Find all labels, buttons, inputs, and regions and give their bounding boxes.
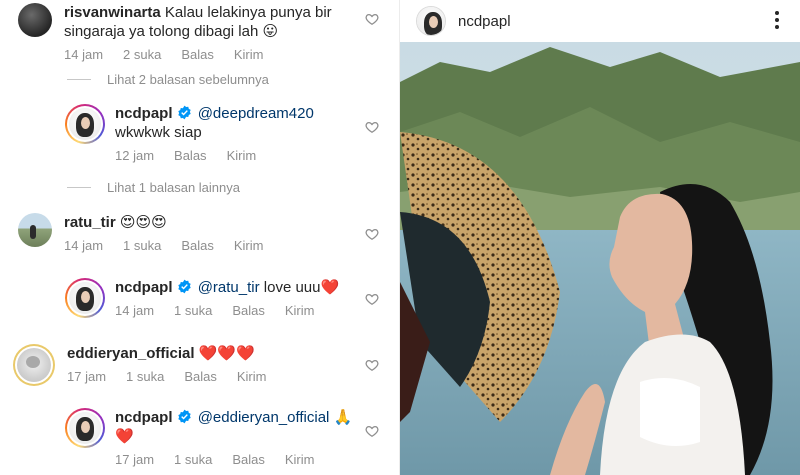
post-username[interactable]: ncdpapl [458, 13, 511, 30]
comment-time: 14 jam [64, 47, 104, 62]
avatar[interactable] [18, 3, 52, 37]
comment-text: ncdpapl @ratu_tir love uuu❤️ [115, 278, 340, 296]
verified-badge-icon [177, 409, 192, 424]
send-button[interactable]: Kirim [237, 369, 267, 384]
reply-ncdpapl-2: ncdpapl @ratu_tir love uuu❤️ 14 jam 1 su… [65, 278, 375, 318]
send-button[interactable]: Kirim [285, 452, 315, 467]
comment-time: 17 jam [67, 369, 107, 384]
instagram-post-view: risvanwinarta Kalau lelakinya punya bir … [0, 0, 800, 475]
comment-text: ncdpapl @deepdream420 wkwkwk siap [115, 105, 314, 141]
post-avatar[interactable] [416, 6, 446, 36]
reply-button[interactable]: Balas [184, 369, 217, 384]
heart-outline-icon[interactable] [365, 424, 379, 438]
comment-meta: 14 jam 1 suka Balas Kirim [64, 238, 344, 253]
comment-meta: 14 jam 1 suka Balas Kirim [115, 303, 375, 318]
heart-outline-icon[interactable] [365, 227, 379, 241]
comment-likes[interactable]: 1 suka [174, 303, 212, 318]
view-more-replies[interactable]: Lihat 1 balasan lainnya [67, 180, 240, 195]
comment-username[interactable]: ncdpapl [115, 409, 173, 426]
post-photo[interactable] [400, 42, 800, 475]
comment-likes[interactable]: 2 suka [123, 47, 161, 62]
comment-time: 12 jam [115, 148, 155, 163]
reply-ncdpapl-1: ncdpapl @deepdream420 wkwkwk siap 12 jam… [65, 104, 355, 163]
reply-button[interactable]: Balas [181, 238, 214, 253]
send-button[interactable]: Kirim [234, 47, 264, 62]
comment-username[interactable]: risvanwinarta [64, 4, 161, 21]
reply-button[interactable]: Balas [181, 47, 214, 62]
heart-outline-icon[interactable] [365, 120, 379, 134]
mention-link[interactable]: @eddieryan_official [198, 409, 330, 426]
comments-panel: risvanwinarta Kalau lelakinya punya bir … [0, 0, 400, 475]
avatar[interactable] [65, 104, 105, 144]
send-button[interactable]: Kirim [285, 303, 315, 318]
tongue-emoji: 😛 [262, 22, 279, 40]
heart-eyes-emoji: 😍😍😍 [119, 213, 167, 231]
comment-likes[interactable]: 1 suka [126, 369, 164, 384]
comment-meta: 12 jam Balas Kirim [115, 148, 355, 163]
comment-meta: 14 jam 2 suka Balas Kirim [64, 47, 364, 62]
comment-username[interactable]: ncdpapl [115, 279, 173, 296]
verified-badge-icon [177, 279, 192, 294]
avatar[interactable] [65, 278, 105, 318]
comment-text: ratu_tir 😍😍😍 [64, 213, 344, 232]
comment-text: ncdpapl @eddieryan_official 🙏 ❤️ [115, 408, 385, 446]
comment-ratu-tir: ratu_tir 😍😍😍 14 jam 1 suka Balas Kirim [18, 213, 344, 253]
toggle-divider [67, 187, 91, 188]
comment-username[interactable]: ratu_tir [64, 214, 116, 231]
comment-text: eddieryan_official ❤️❤️❤️ [67, 344, 347, 363]
mention-link[interactable]: @ratu_tir [198, 279, 260, 296]
folded-hands-emoji: 🙏 [333, 408, 353, 426]
comment-risvanwinarta: risvanwinarta Kalau lelakinya punya bir … [18, 3, 364, 62]
reply-button[interactable]: Balas [232, 452, 265, 467]
comment-time: 17 jam [115, 452, 155, 467]
verified-badge-icon [177, 105, 192, 120]
comment-meta: 17 jam 1 suka Balas Kirim [115, 452, 385, 467]
comment-time: 14 jam [115, 303, 155, 318]
send-button[interactable]: Kirim [227, 148, 257, 163]
comment-username[interactable]: ncdpapl [115, 105, 173, 122]
reply-ncdpapl-3: ncdpapl @eddieryan_official 🙏 ❤️ 17 jam … [65, 408, 385, 467]
send-button[interactable]: Kirim [234, 238, 264, 253]
post-header: ncdpapl [400, 0, 800, 42]
comment-meta: 17 jam 1 suka Balas Kirim [67, 369, 347, 384]
avatar[interactable] [65, 408, 105, 448]
red-heart-emoji: ❤️ [115, 427, 134, 445]
comment-username[interactable]: eddieryan_official [67, 345, 195, 362]
mention-link[interactable]: @deepdream420 [198, 105, 314, 122]
reply-button[interactable]: Balas [174, 148, 207, 163]
heart-outline-icon[interactable] [365, 292, 379, 306]
comment-likes[interactable]: 1 suka [123, 238, 161, 253]
red-hearts-emoji: ❤️❤️❤️ [198, 344, 255, 362]
heart-outline-icon[interactable] [365, 12, 379, 26]
avatar[interactable] [18, 213, 52, 247]
view-previous-replies[interactable]: Lihat 2 balasan sebelumnya [67, 72, 269, 87]
avatar[interactable] [13, 344, 55, 386]
red-heart-emoji: ❤️ [320, 278, 340, 296]
comment-time: 14 jam [64, 238, 104, 253]
comment-likes[interactable]: 1 suka [174, 452, 212, 467]
heart-outline-icon[interactable] [365, 358, 379, 372]
more-options-icon[interactable] [774, 9, 780, 31]
reply-button[interactable]: Balas [232, 303, 265, 318]
comment-eddieryan-official: eddieryan_official ❤️❤️❤️ 17 jam 1 suka … [13, 344, 347, 386]
comment-text: risvanwinarta Kalau lelakinya punya bir … [64, 4, 332, 40]
post-panel: ncdpapl [400, 0, 800, 475]
toggle-divider [67, 79, 91, 80]
